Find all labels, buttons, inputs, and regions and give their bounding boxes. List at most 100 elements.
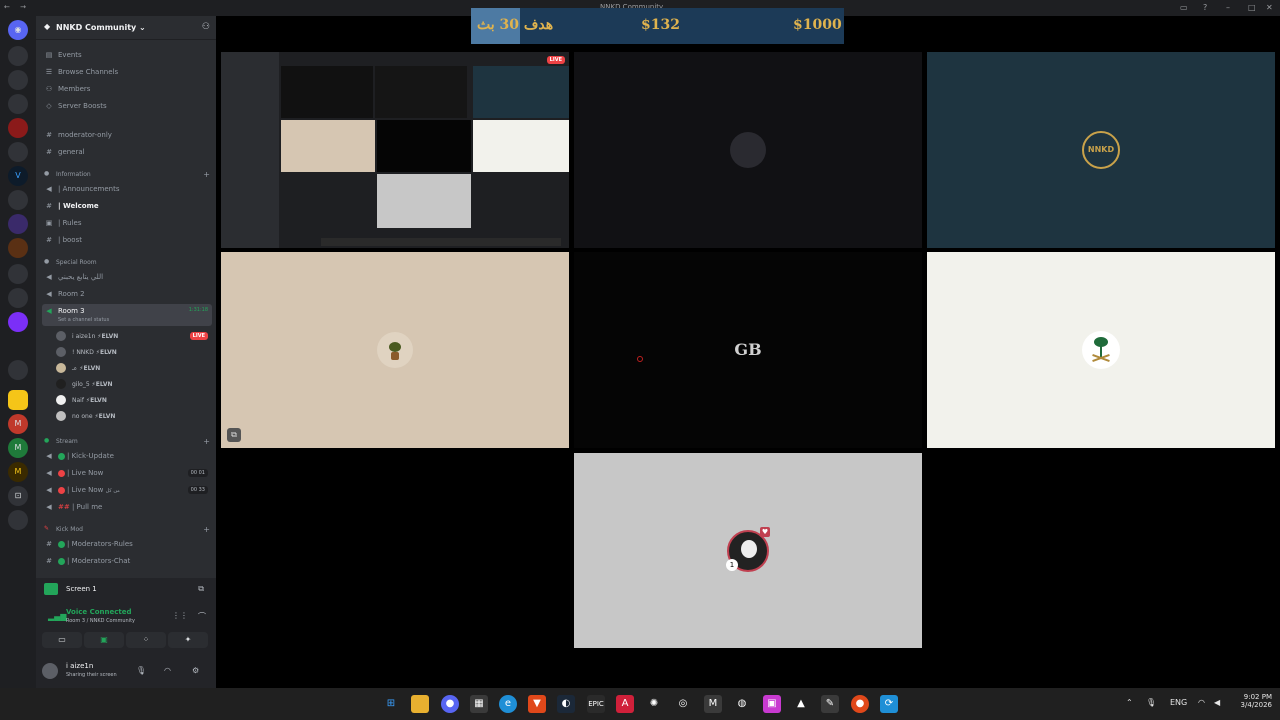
voice-channel-room-2[interactable]: ◀ Room 2: [42, 287, 212, 302]
settings-gear-icon[interactable]: ⚙: [192, 666, 199, 675]
voice-channel[interactable]: ◀ اللي يتابع يحبني: [42, 270, 212, 285]
volume-icon[interactable]: ◀: [1214, 698, 1220, 707]
brave-icon[interactable]: ▼: [528, 695, 546, 713]
screen-share-button[interactable]: ▣: [84, 632, 124, 648]
microphone-icon[interactable]: 🎙: [1146, 698, 1156, 707]
disconnect-icon[interactable]: ⌒: [198, 611, 206, 622]
system-clock[interactable]: 9:02 PM 3/4/2026: [1232, 693, 1272, 709]
menu-browse-channels[interactable]: ☰ Browse Channels: [42, 65, 212, 80]
windows-start-icon[interactable]: ⊞: [382, 695, 400, 713]
channel-general[interactable]: # general: [42, 145, 212, 160]
server-icon[interactable]: [8, 238, 28, 258]
add-channel-icon[interactable]: +: [203, 525, 210, 534]
voice-channel-live-now[interactable]: ◀ | Live Now من كل 00 33: [42, 483, 212, 498]
add-friend-icon[interactable]: ⚇: [202, 22, 210, 32]
activities-button[interactable]: ⁘: [126, 632, 166, 648]
adobe-icon[interactable]: A: [616, 695, 634, 713]
photos-icon[interactable]: ▣: [763, 695, 781, 713]
minimize-button[interactable]: –: [1226, 3, 1230, 12]
server-icon[interactable]: M: [8, 462, 28, 482]
server-icon[interactable]: [8, 70, 28, 90]
channel-rules[interactable]: ▣ | Rules: [42, 216, 212, 231]
server-icon[interactable]: [8, 190, 28, 210]
language-indicator[interactable]: ENG: [1170, 698, 1187, 707]
screen-share-tile[interactable]: LIVE: [221, 52, 569, 248]
lock-icon[interactable]: ⊡: [8, 486, 28, 506]
epic-games-icon[interactable]: EPIC: [587, 695, 605, 713]
voice-member[interactable]: gilo_5 ⚡ELVN: [56, 377, 212, 392]
channel-kick-update[interactable]: ◀ | Kick-Update: [42, 449, 212, 464]
inbox-icon[interactable]: ▭: [1180, 3, 1188, 12]
server-icon[interactable]: [8, 264, 28, 284]
voice-member[interactable]: no one ⚡ELVN: [56, 409, 212, 424]
server-icon[interactable]: [8, 510, 28, 530]
server-icon[interactable]: [8, 46, 28, 66]
headphones-icon[interactable]: ◠: [164, 666, 171, 675]
channel-welcome[interactable]: # | Welcome: [42, 199, 212, 214]
voice-member[interactable]: i aize1n ⚡ELVN LIVE: [56, 329, 212, 344]
server-icon[interactable]: M: [8, 414, 28, 434]
category-stream[interactable]: ● Stream +: [42, 436, 212, 448]
menu-server-boosts[interactable]: ◇ Server Boosts: [42, 99, 212, 114]
server-icon[interactable]: [8, 214, 28, 234]
menu-events[interactable]: ▤ Events: [42, 48, 212, 63]
chevron-up-icon[interactable]: ⌃: [1126, 698, 1133, 707]
channel-boost[interactable]: # | boost: [42, 233, 212, 248]
noise-suppression-icon[interactable]: ⋮⋮: [172, 611, 188, 620]
server-icon[interactable]: M: [8, 438, 28, 458]
soundboard-button[interactable]: ✦: [168, 632, 208, 648]
popout-icon[interactable]: ⧉: [198, 584, 204, 594]
server-icon[interactable]: [8, 142, 28, 162]
maximize-button[interactable]: □: [1248, 3, 1256, 12]
avatar[interactable]: [42, 663, 58, 679]
category-special-room[interactable]: ● Special Room: [42, 257, 212, 269]
channel-status[interactable]: Set a channel status: [58, 317, 109, 323]
notion-icon[interactable]: M: [704, 695, 722, 713]
discord-taskbar-icon[interactable]: ●: [441, 695, 459, 713]
voice-channel-room-3[interactable]: ◀ Room 3 Set a channel status 1:31:18: [42, 304, 212, 326]
signal-icon[interactable]: ▂▄▆: [48, 612, 66, 621]
voice-member[interactable]: عـ ⚡ELVN: [56, 361, 212, 376]
edge-icon[interactable]: e: [499, 695, 517, 713]
category-information[interactable]: ● Information +: [42, 169, 212, 181]
voice-member[interactable]: ! NNKD ⚡ELVN: [56, 345, 212, 360]
server-icon[interactable]: V: [8, 166, 28, 186]
server-icon[interactable]: [8, 312, 28, 332]
file-explorer-icon[interactable]: [411, 695, 429, 713]
category-kick-mod[interactable]: ✎ Kick Mod +: [42, 524, 212, 536]
participant-tile-plant[interactable]: ⧉: [221, 252, 569, 448]
downloader-icon[interactable]: ⟳: [880, 695, 898, 713]
add-channel-icon[interactable]: +: [203, 170, 210, 179]
discord-home-icon[interactable]: ◉: [8, 20, 28, 40]
participant-tile-emblem[interactable]: [927, 252, 1275, 448]
microphone-icon[interactable]: 🎙: [136, 666, 146, 675]
channel-moderator-only[interactable]: # moderator-only: [42, 128, 212, 143]
popout-icon[interactable]: ⧉: [227, 428, 241, 442]
voice-channel-live-now[interactable]: ◀ | Live Now 00 01: [42, 466, 212, 481]
channel-moderators-chat[interactable]: # | Moderators-Chat: [42, 554, 212, 569]
wifi-icon[interactable]: ◠: [1198, 698, 1205, 707]
menu-members[interactable]: ⚇ Members: [42, 82, 212, 97]
voice-member[interactable]: Naif ⚡ELVN: [56, 393, 212, 408]
channel-announcements[interactable]: ◀ | Announcements: [42, 182, 212, 197]
nav-arrows[interactable]: ← →: [4, 3, 30, 11]
overwatch-icon[interactable]: ◎: [674, 695, 692, 713]
server-icon[interactable]: [8, 118, 28, 138]
participant-tile-anime[interactable]: [574, 52, 922, 248]
server-icon[interactable]: [8, 534, 28, 554]
close-button[interactable]: ✕: [1266, 3, 1273, 12]
participant-tile-profile[interactable]: ♥ 1: [574, 453, 922, 648]
help-icon[interactable]: ?: [1203, 3, 1207, 12]
server-icon[interactable]: [8, 288, 28, 308]
server-icon[interactable]: [8, 336, 28, 356]
camera-button[interactable]: ▭: [42, 632, 82, 648]
add-channel-icon[interactable]: +: [203, 437, 210, 446]
server-header[interactable]: ◆ NNKD Community ⌄ ⚇: [36, 16, 216, 40]
channel-pull-me[interactable]: ◀ ## | Pull me: [42, 500, 212, 515]
folder-icon[interactable]: [8, 390, 28, 410]
participant-tile-nnkd[interactable]: NNKD: [927, 52, 1275, 248]
browser-icon[interactable]: ◍: [733, 695, 751, 713]
obs-icon[interactable]: ●: [851, 695, 869, 713]
server-icon[interactable]: [8, 360, 28, 380]
participant-tile-gb[interactable]: GB: [574, 252, 922, 448]
